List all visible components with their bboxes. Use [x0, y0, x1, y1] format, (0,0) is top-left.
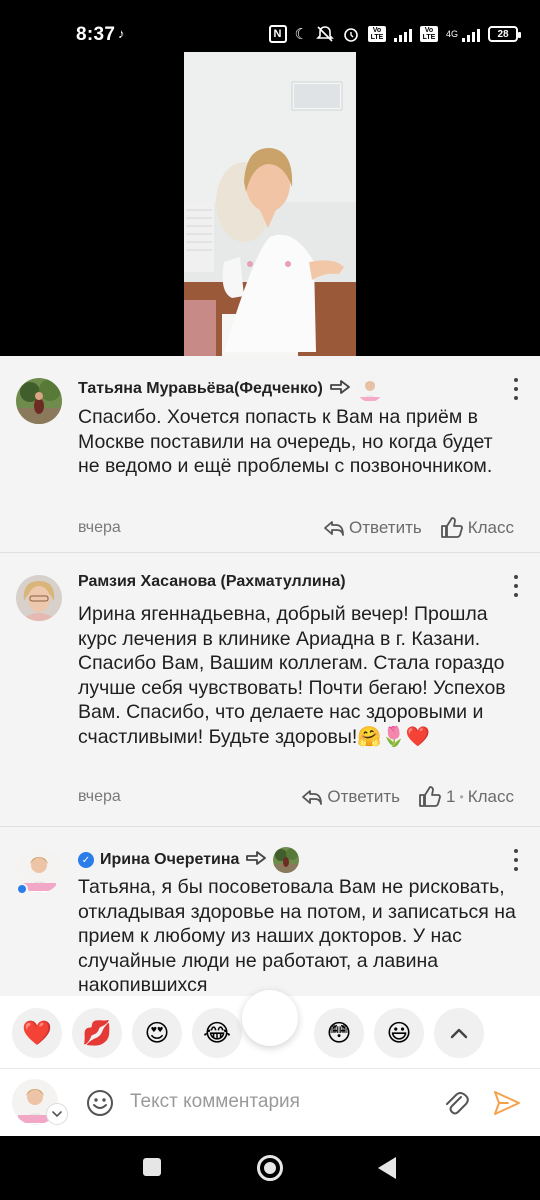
back-button[interactable] [378, 1157, 396, 1179]
like-count: 1 [446, 787, 456, 806]
reaction-heart-eyes[interactable]: 😍 [132, 1008, 182, 1058]
reply-label: Ответить [349, 518, 422, 537]
volte-icon-2: Vo LTE [419, 26, 438, 42]
attach-button[interactable] [442, 1089, 470, 1122]
comment-text: Татьяна, я бы посоветовала Вам не рисков… [78, 876, 516, 996]
comment-actions: Ответить Класс [323, 517, 514, 539]
reply-target-avatar[interactable] [356, 376, 383, 402]
more-options-icon[interactable] [512, 575, 520, 597]
send-icon [494, 1091, 520, 1115]
bell-off-icon [316, 24, 334, 44]
reactions-bar: ❤️ 💋 😍 😂 😳 😃 [0, 990, 540, 1068]
smile-icon [87, 1090, 113, 1116]
comment-author-row: Татьяна Муравьёва(Федченко) [78, 376, 383, 402]
comment-author-row: Рамзия Хасанова (Рахматуллина) [78, 573, 346, 591]
tiktok-icon: ♪ [118, 26, 125, 41]
reply-button[interactable]: Ответить [301, 787, 400, 807]
like-label: Класс [467, 518, 514, 537]
reaction-flushed[interactable]: 😳 [314, 1008, 364, 1058]
comments-panel[interactable]: Татьяна Муравьёва(Федченко) Спасибо. Хоч… [0, 356, 540, 996]
emoji-button[interactable] [86, 1089, 114, 1122]
reaction-heart[interactable]: ❤️ [12, 1008, 62, 1058]
home-button[interactable] [257, 1155, 283, 1181]
like-button[interactable]: 1 • Класс [418, 786, 514, 808]
video-frame [184, 52, 356, 356]
avatar[interactable] [16, 378, 62, 424]
comment-time: вчера [78, 519, 121, 536]
verified-icon: ✓ [78, 852, 94, 868]
comment-actions: Ответить 1 • Класс [301, 786, 514, 808]
status-time: 8:37 [76, 24, 116, 45]
more-options-icon[interactable] [512, 849, 520, 871]
nfc-icon: N [268, 25, 287, 43]
system-nav-bar [0, 1136, 540, 1200]
reply-to-arrow-icon [329, 379, 351, 400]
more-options-icon[interactable] [512, 378, 520, 400]
comment-author[interactable]: Рамзия Хасанова (Рахматуллина) [78, 573, 346, 591]
paperclip-icon [446, 1092, 469, 1115]
reply-target-avatar[interactable] [273, 847, 300, 873]
reaction-smile[interactable]: 😃 [374, 1008, 424, 1058]
reply-icon [324, 521, 344, 536]
reply-button[interactable]: Ответить [323, 518, 422, 538]
status-icons: N ☾ Vo LTE Vo LTE 4G 28 [268, 24, 521, 44]
signal-icon [393, 26, 412, 42]
send-button[interactable] [492, 1089, 522, 1122]
recents-button[interactable] [143, 1158, 161, 1176]
comment-input-bar [0, 1068, 540, 1136]
like-button[interactable]: Класс [440, 517, 514, 539]
reaction-kiss[interactable]: 💋 [72, 1008, 122, 1058]
alarm-icon [342, 24, 360, 44]
comment-text: Спасибо. Хочется попасть к Вам на приём … [78, 406, 493, 477]
comment-input[interactable] [130, 1087, 420, 1117]
avatar[interactable] [16, 575, 62, 621]
reaction-empty-slot[interactable] [242, 990, 298, 1046]
online-indicator [16, 883, 28, 895]
moon-icon: ☾ [294, 26, 308, 43]
thumbs-up-icon [440, 517, 463, 538]
like-label: Класс [467, 787, 514, 806]
status-bar: 8:37 ♪ N ☾ Vo LTE Vo LTE 4G 28 [0, 0, 540, 52]
comment-author[interactable]: Ирина Очеретина [100, 851, 239, 869]
expand-reactions-button[interactable] [434, 1008, 484, 1058]
volte-icon: Vo LTE [367, 26, 386, 42]
thumbs-up-icon [419, 786, 441, 807]
comment-time: вчера [78, 788, 121, 805]
reply-to-arrow-icon [245, 850, 267, 871]
divider [0, 552, 540, 553]
chevron-down-icon [52, 1111, 62, 1118]
chevron-up-icon [450, 1028, 468, 1039]
like-separator: • [459, 790, 464, 804]
video-player[interactable] [0, 52, 540, 356]
comment-text: Ирина ягеннадьевна, добрый вечер! Прошла… [78, 603, 506, 748]
account-switch-button[interactable] [46, 1103, 68, 1125]
divider [0, 826, 540, 827]
signal-icon-2 [462, 26, 480, 42]
reply-label: Ответить [327, 787, 401, 806]
comment-author-row: ✓ Ирина Очеретина [78, 847, 300, 873]
comment-author[interactable]: Татьяна Муравьёва(Федченко) [78, 380, 323, 398]
battery-icon: 28 [488, 26, 521, 42]
network-label: 4G [445, 29, 458, 39]
reaction-laughing[interactable]: 😂 [192, 1008, 242, 1058]
reply-icon [302, 790, 323, 805]
